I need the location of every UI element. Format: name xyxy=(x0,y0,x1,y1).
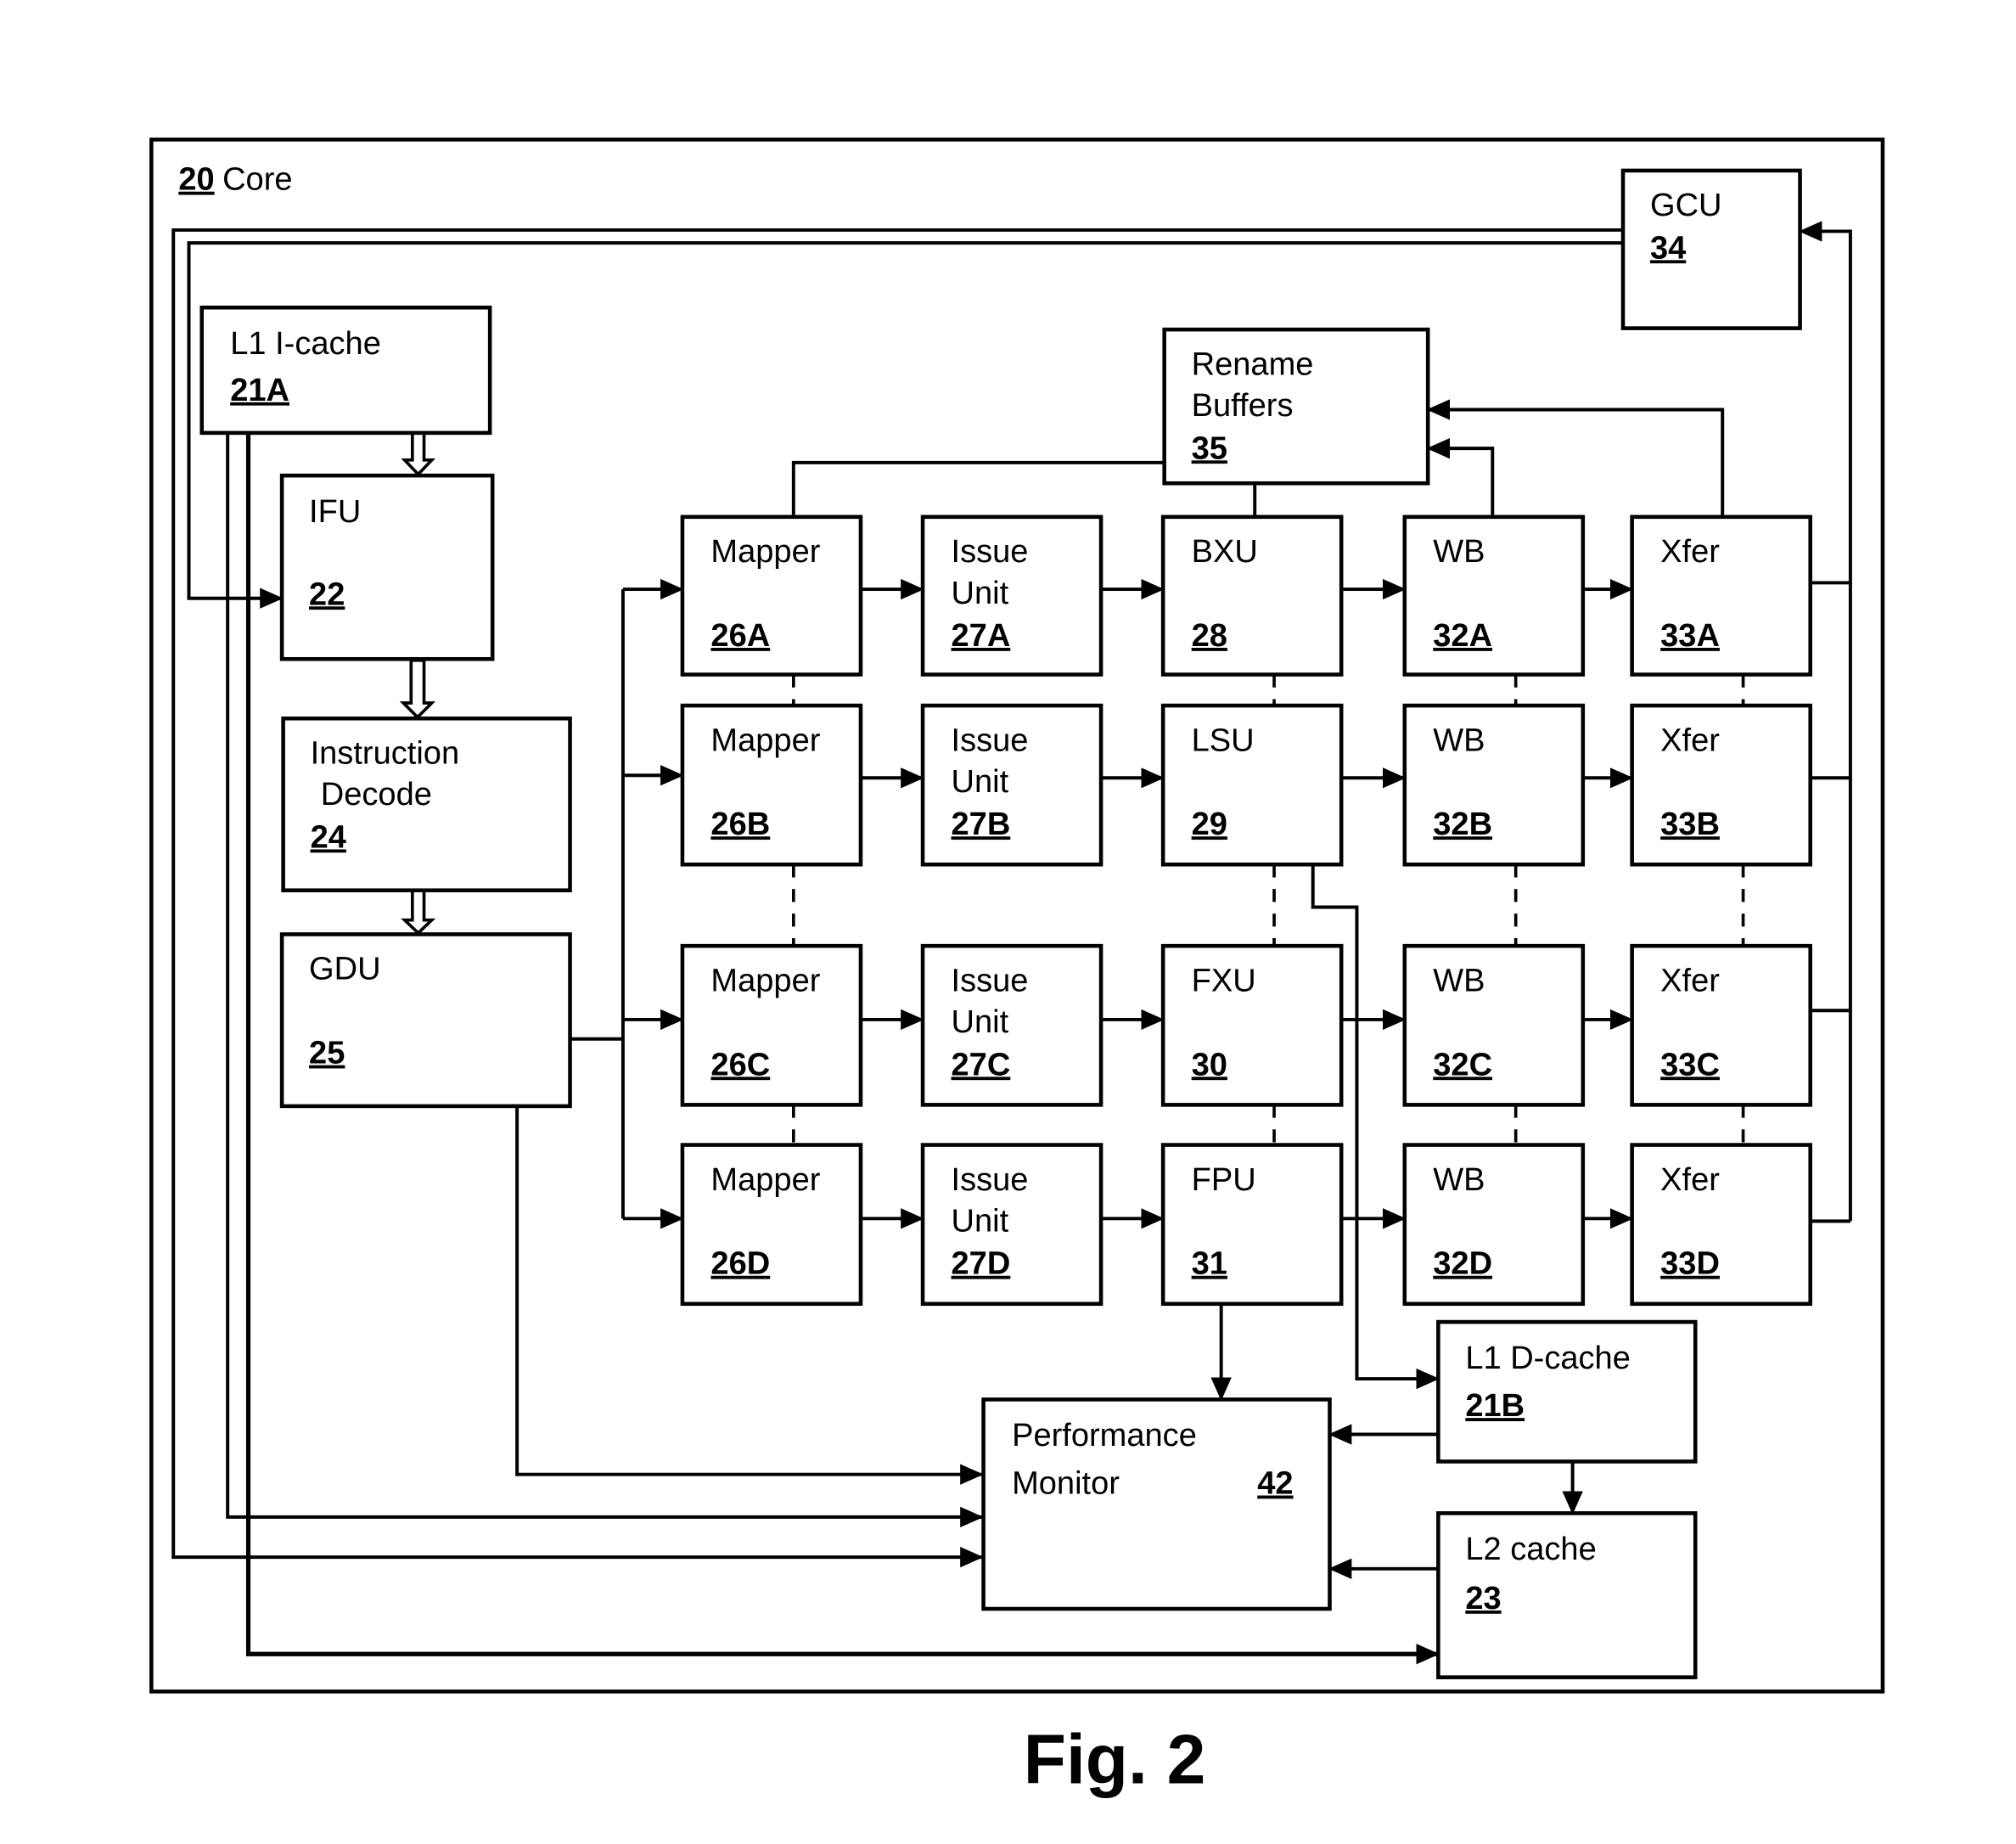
block-rename-buffers: Rename Buffers 35 xyxy=(1162,327,1430,486)
wb-unit-number: 32D xyxy=(1433,1246,1492,1282)
wb-unit-number: 32C xyxy=(1433,1047,1492,1082)
wb-unit-block: WB 32B xyxy=(1402,703,1586,867)
mapper-label: Mapper xyxy=(710,1162,820,1198)
l1-dcache-number: 21B xyxy=(1465,1388,1525,1424)
wb-unit-block: WB 32C xyxy=(1402,943,1586,1107)
rename-label-1: Rename xyxy=(1192,346,1314,382)
xfer-unit-block: Xfer 33C xyxy=(1630,943,1812,1107)
mapper-block: Mapper 26B xyxy=(680,703,863,867)
mapper-block: Mapper 26A xyxy=(680,514,863,677)
mapper-label: Mapper xyxy=(710,722,820,758)
block-instruction-decode: Instruction Decode 24 xyxy=(281,716,572,892)
issue-unit-label-2: Unit xyxy=(952,576,1009,611)
mapper-block: Mapper 26D xyxy=(680,1143,863,1307)
exec-unit-label: LSU xyxy=(1192,722,1255,758)
pm-label-1: Performance xyxy=(1012,1418,1197,1453)
gdu-label: GDU xyxy=(309,952,381,987)
issue-unit-label-1: Issue xyxy=(952,534,1029,570)
gcu-number: 34 xyxy=(1650,230,1686,266)
exec-unit-block: FXU 30 xyxy=(1160,943,1344,1107)
mapper-number: 26C xyxy=(710,1047,770,1082)
mapper-label: Mapper xyxy=(710,963,820,998)
exec-unit-label: FPU xyxy=(1192,1162,1256,1198)
decode-label-2: Decode xyxy=(321,777,432,812)
l2-cache-number: 23 xyxy=(1465,1581,1501,1616)
decode-number: 24 xyxy=(311,819,346,855)
core-label: Core xyxy=(222,162,292,198)
issue-unit-label-2: Unit xyxy=(952,1004,1009,1040)
l1-icache-label: L1 I-cache xyxy=(230,326,381,362)
block-l1-dcache: L1 D-cache 21B xyxy=(1436,1319,1698,1464)
ifu-number: 22 xyxy=(309,576,345,612)
issue-unit-label-1: Issue xyxy=(952,722,1029,758)
wb-unit-label: WB xyxy=(1433,722,1485,758)
exec-unit-number: 28 xyxy=(1192,618,1227,654)
xfer-unit-number: 33A xyxy=(1660,618,1720,654)
wb-unit-label: WB xyxy=(1433,534,1485,570)
xfer-unit-block: Xfer 33B xyxy=(1630,703,1812,867)
issue-unit-number: 27A xyxy=(952,618,1011,654)
mapper-block: Mapper 26C xyxy=(680,943,863,1107)
exec-unit-label: BXU xyxy=(1192,534,1258,570)
exec-unit-label: FXU xyxy=(1192,963,1256,998)
issue-unit-label-2: Unit xyxy=(952,764,1009,800)
pm-label-2: Monitor xyxy=(1012,1466,1120,1502)
issue-unit-label-1: Issue xyxy=(952,1162,1029,1198)
issue-unit-label-1: Issue xyxy=(952,963,1029,998)
exec-unit-block: FPU 31 xyxy=(1160,1143,1344,1307)
issue-unit-label-2: Unit xyxy=(952,1204,1009,1240)
l1-dcache-label: L1 D-cache xyxy=(1465,1341,1631,1376)
figure-caption: Fig. 2 xyxy=(1024,1721,1206,1798)
processor-core-diagram: 20 Core L1 I-cache 21A IFU 22 Instructio… xyxy=(149,138,1885,1798)
gcu-label: GCU xyxy=(1650,188,1722,223)
xfer-unit-number: 33D xyxy=(1660,1246,1720,1282)
issue-unit-number: 27B xyxy=(952,807,1011,842)
issue-unit-number: 27D xyxy=(952,1246,1011,1282)
gdu-number: 25 xyxy=(309,1036,345,1071)
xfer-unit-label: Xfer xyxy=(1660,722,1720,758)
block-gcu: GCU 34 xyxy=(1620,168,1802,330)
wb-unit-label: WB xyxy=(1433,963,1485,998)
exec-unit-number: 31 xyxy=(1192,1246,1227,1282)
exec-unit-number: 29 xyxy=(1192,807,1227,842)
block-gdu: GDU 25 xyxy=(279,932,572,1109)
block-l1-icache: L1 I-cache 21A xyxy=(199,305,492,436)
l1-icache-number: 21A xyxy=(230,373,289,408)
mapper-number: 26B xyxy=(710,807,770,842)
block-l2-cache: L2 cache 23 xyxy=(1436,1511,1698,1679)
block-ifu: IFU 22 xyxy=(279,473,495,661)
xfer-unit-number: 33C xyxy=(1660,1047,1720,1082)
xfer-unit-number: 33B xyxy=(1660,807,1720,842)
pm-number: 42 xyxy=(1257,1466,1293,1502)
core-number: 20 xyxy=(178,162,214,198)
wb-unit-number: 32B xyxy=(1433,807,1492,842)
rename-label-2: Buffers xyxy=(1192,388,1294,424)
exec-unit-block: BXU 28 xyxy=(1160,514,1344,677)
issue-unit-block: Issue Unit 27B xyxy=(920,703,1103,867)
issue-unit-number: 27C xyxy=(952,1047,1011,1082)
mapper-number: 26D xyxy=(710,1246,770,1282)
block-performance-monitor: Performance Monitor 42 xyxy=(981,1397,1332,1611)
xfer-unit-block: Xfer 33A xyxy=(1630,514,1812,677)
xfer-unit-block: Xfer 33D xyxy=(1630,1143,1812,1307)
mapper-number: 26A xyxy=(710,618,770,654)
wb-unit-block: WB 32D xyxy=(1402,1143,1586,1307)
issue-unit-block: Issue Unit 27C xyxy=(920,943,1103,1107)
xfer-unit-label: Xfer xyxy=(1660,1162,1720,1198)
mapper-label: Mapper xyxy=(710,534,820,570)
issue-unit-block: Issue Unit 27A xyxy=(920,514,1103,677)
exec-unit-block: LSU 29 xyxy=(1160,703,1344,867)
l2-cache-label: L2 cache xyxy=(1465,1532,1596,1567)
wb-unit-number: 32A xyxy=(1433,618,1492,654)
decode-label-1: Instruction xyxy=(311,736,460,772)
xfer-unit-label: Xfer xyxy=(1660,534,1720,570)
issue-unit-block: Issue Unit 27D xyxy=(920,1143,1103,1307)
exec-unit-number: 30 xyxy=(1192,1047,1227,1082)
rename-number: 35 xyxy=(1192,430,1227,466)
wb-unit-block: WB 32A xyxy=(1402,514,1586,677)
xfer-unit-label: Xfer xyxy=(1660,963,1720,998)
wb-unit-label: WB xyxy=(1433,1162,1485,1198)
ifu-label: IFU xyxy=(309,494,361,530)
